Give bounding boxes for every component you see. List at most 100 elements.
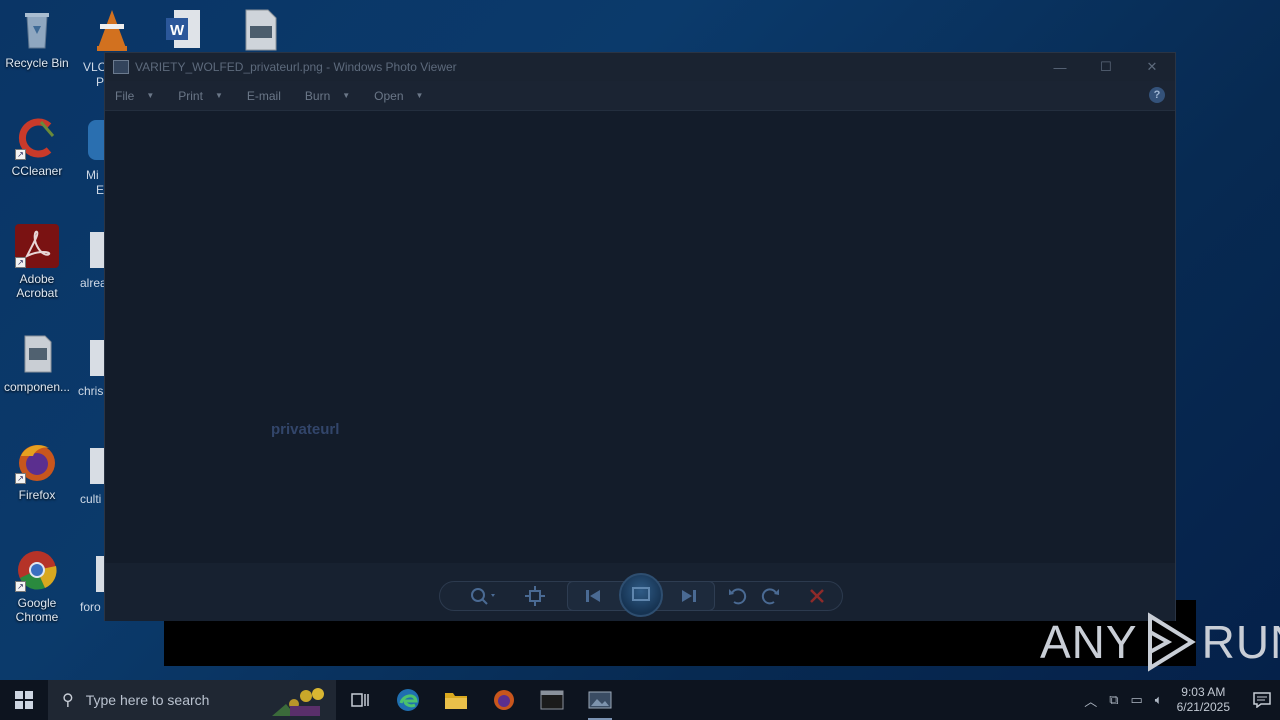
desktop-icon-label: Adobe Acrobat: [16, 272, 58, 300]
chevron-down-icon: ▼: [342, 91, 351, 100]
show-hidden-icons-chevron-icon[interactable]: ︿: [1084, 691, 1097, 710]
viewer-toolbar: [105, 563, 1175, 621]
terminal-icon: [540, 690, 564, 710]
chevron-down-icon: ▼: [415, 91, 424, 100]
network-device-icon[interactable]: ⧉: [1109, 692, 1118, 708]
taskbar: ⚲ Type here to search ︿ ⧉ ▭ 🔈︎ 9:03 AM 6…: [0, 680, 1280, 720]
volume-icon[interactable]: 🔈︎: [1155, 692, 1163, 708]
minimize-button[interactable]: —: [1037, 53, 1083, 81]
menu-email[interactable]: E-mail: [247, 89, 281, 103]
taskbar-terminal[interactable]: [528, 680, 576, 720]
minimize-icon: —: [1053, 59, 1067, 75]
system-tray: ︿ ⧉ ▭ 🔈︎ 9:03 AM 6/21/2025: [1078, 680, 1280, 720]
menu-label: Open: [374, 88, 404, 103]
delete-button[interactable]: [805, 585, 829, 607]
firefox-icon: [494, 690, 514, 710]
recycle-bin-icon: [15, 8, 59, 52]
search-icon: ⚲: [62, 692, 74, 709]
desktop-icon-adobe-acrobat[interactable]: ↗ Adobe Acrobat: [0, 224, 74, 300]
search-box[interactable]: ⚲ Type here to search: [48, 680, 336, 720]
clock-date: 6/21/2025: [1176, 700, 1230, 714]
taskbar-photo-viewer[interactable]: [576, 680, 624, 720]
image-viewport[interactable]: privateurl: [105, 111, 1175, 563]
search-highlight-flower-icon: [272, 688, 324, 716]
taskbar-edge[interactable]: [384, 680, 432, 720]
image-file-icon[interactable]: [244, 8, 278, 52]
svg-text:W: W: [170, 22, 185, 39]
rotate-counterclockwise-button[interactable]: [725, 585, 749, 607]
task-view-button[interactable]: [336, 680, 384, 720]
desktop-icon-label: Google Chrome: [15, 596, 59, 624]
rotate-right-icon: [761, 588, 779, 605]
title-bar[interactable]: VARIETY_WOLFED_privateurl.png - Windows …: [105, 53, 1175, 81]
photo-viewer-app-icon: [113, 60, 129, 74]
shortcut-arrow-icon: ↗: [15, 149, 26, 160]
image-file-icon: [15, 332, 59, 376]
chevron-down-icon: ▼: [214, 91, 223, 100]
maximize-button[interactable]: ☐: [1083, 53, 1129, 81]
fit-window-icon: [525, 586, 545, 606]
slideshow-icon: [632, 587, 650, 601]
desktop-icon-google-chrome[interactable]: ↗ Google Chrome: [0, 548, 74, 624]
word-doc-icon[interactable]: W: [164, 8, 204, 52]
photo-viewer-icon: [588, 691, 612, 709]
menu-label: Print: [178, 88, 203, 103]
windows-logo-icon: [15, 691, 33, 709]
menu-bar: File ▼ Print ▼ E-mail Burn ▼ Open ▼ ?: [105, 81, 1175, 111]
desktop-icon-recycle-bin[interactable]: Recycle Bin: [0, 8, 74, 70]
next-button[interactable]: [677, 585, 701, 607]
network-icon[interactable]: ▭: [1131, 692, 1143, 708]
edge-icon[interactable]: [88, 120, 104, 160]
word-doc-icon[interactable]: [90, 340, 104, 376]
word-doc-icon[interactable]: [90, 448, 104, 484]
menu-label: Burn: [304, 88, 331, 103]
desktop-icon-label: CCleaner: [11, 164, 63, 178]
close-button[interactable]: ✕: [1129, 53, 1175, 81]
next-icon: [682, 590, 696, 602]
firefox-icon: ↗: [15, 440, 59, 484]
taskbar-file-explorer[interactable]: [432, 680, 480, 720]
zoom-button[interactable]: [467, 585, 499, 607]
menu-open[interactable]: Open ▼: [374, 89, 423, 103]
rotate-clockwise-button[interactable]: [759, 585, 783, 607]
delete-icon: [810, 589, 824, 603]
previous-button[interactable]: [581, 585, 605, 607]
taskbar-firefox[interactable]: [480, 680, 528, 720]
anyrun-logo: ANY RUN: [1040, 612, 1280, 672]
maximize-icon: ☐: [1100, 59, 1112, 74]
menu-label: File: [115, 88, 135, 103]
rotate-left-icon: [729, 588, 747, 605]
help-icon[interactable]: ?: [1149, 87, 1165, 103]
menu-label: E-mail: [246, 88, 281, 103]
notification-icon: [1253, 692, 1271, 708]
vlc-icon[interactable]: [92, 8, 132, 52]
desktop-icon-componen[interactable]: componen...: [0, 332, 74, 394]
edge-icon: [397, 689, 419, 711]
desktop-icon-label: Recycle Bin: [5, 56, 69, 70]
slideshow-button[interactable]: [619, 573, 663, 617]
window-title: VARIETY_WOLFED_privateurl.png - Windows …: [135, 60, 457, 74]
anyrun-logo-right: RUN: [1201, 616, 1280, 668]
menu-print[interactable]: Print ▼: [178, 89, 223, 103]
desktop-icon-label: componen...: [3, 380, 71, 394]
folder-icon: [445, 693, 467, 709]
word-doc-icon[interactable]: [90, 232, 104, 268]
actual-size-button[interactable]: [523, 585, 547, 607]
chevron-down-icon: ▼: [146, 91, 155, 100]
shortcut-arrow-icon: ↗: [15, 257, 26, 268]
photo-viewer-window: VARIETY_WOLFED_privateurl.png - Windows …: [104, 52, 1176, 621]
desktop-icon-firefox[interactable]: ↗ Firefox: [0, 440, 74, 502]
search-placeholder: Type here to search: [85, 692, 210, 708]
desktop-icon-ccleaner[interactable]: ↗ CCleaner: [0, 116, 74, 178]
file-icon[interactable]: [96, 556, 104, 592]
start-button[interactable]: [0, 680, 48, 720]
adobe-acrobat-icon: ↗: [15, 224, 59, 268]
clock[interactable]: 9:03 AM 6/21/2025: [1177, 685, 1230, 715]
menu-burn[interactable]: Burn ▼: [305, 89, 350, 103]
menu-file[interactable]: File ▼: [115, 89, 154, 103]
notification-center-button[interactable]: [1244, 680, 1280, 720]
clock-time: 9:03 AM: [1181, 685, 1226, 699]
ccleaner-icon: ↗: [15, 116, 59, 160]
zoom-icon: [471, 588, 495, 605]
close-icon: ✕: [1146, 59, 1158, 74]
